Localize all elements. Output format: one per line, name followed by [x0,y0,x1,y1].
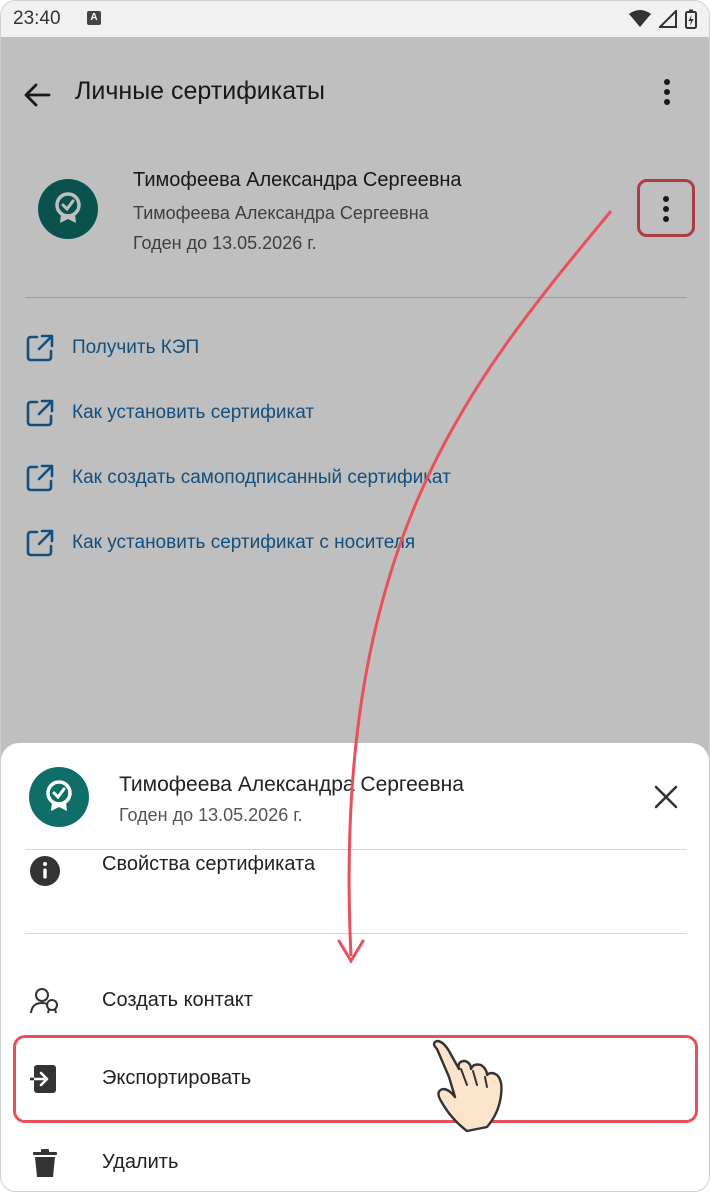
menu-label: Создать контакт [102,989,253,1011]
certificate-badge-icon [29,767,89,827]
menu-item-export[interactable]: Экспортировать [1,1049,709,1109]
menu-item-delete[interactable]: Удалить [1,1133,709,1191]
menu-label: Экспортировать [102,1067,252,1089]
certificates-screen: Личные сертификаты Тимофеева Александра … [1,37,709,1191]
status-bar: 23:40 A [1,1,709,37]
menu-label: Свойства сертификата [102,853,316,875]
export-icon [29,1065,56,1093]
pointing-hand-icon [432,1039,503,1133]
notification-a-icon: A [87,11,101,25]
menu-item-properties[interactable]: Свойства сертификата [1,841,709,901]
divider [25,933,687,934]
trash-icon [33,1149,57,1177]
status-time: 23:40 [13,8,61,29]
status-icons [629,9,697,29]
menu-label: Удалить [102,1151,179,1173]
add-contact-icon [30,988,58,1014]
menu-item-create-contact[interactable]: Создать контакт [1,971,709,1031]
sheet-certificate-name: Тимофеева Александра Сергеевна [119,773,464,796]
signal-icon [659,10,677,28]
sheet-certificate-valid-until: Годен до 13.05.2026 г. [119,805,303,825]
certificate-actions-sheet: Тимофеева Александра Сергеевна Годен до … [1,743,709,1191]
close-icon[interactable] [653,784,679,810]
device-frame: 23:40 A Личные сертификаты Тимофеева Але… [0,0,710,1192]
battery-icon [685,9,697,29]
wifi-icon [629,10,651,27]
info-icon [30,856,60,886]
